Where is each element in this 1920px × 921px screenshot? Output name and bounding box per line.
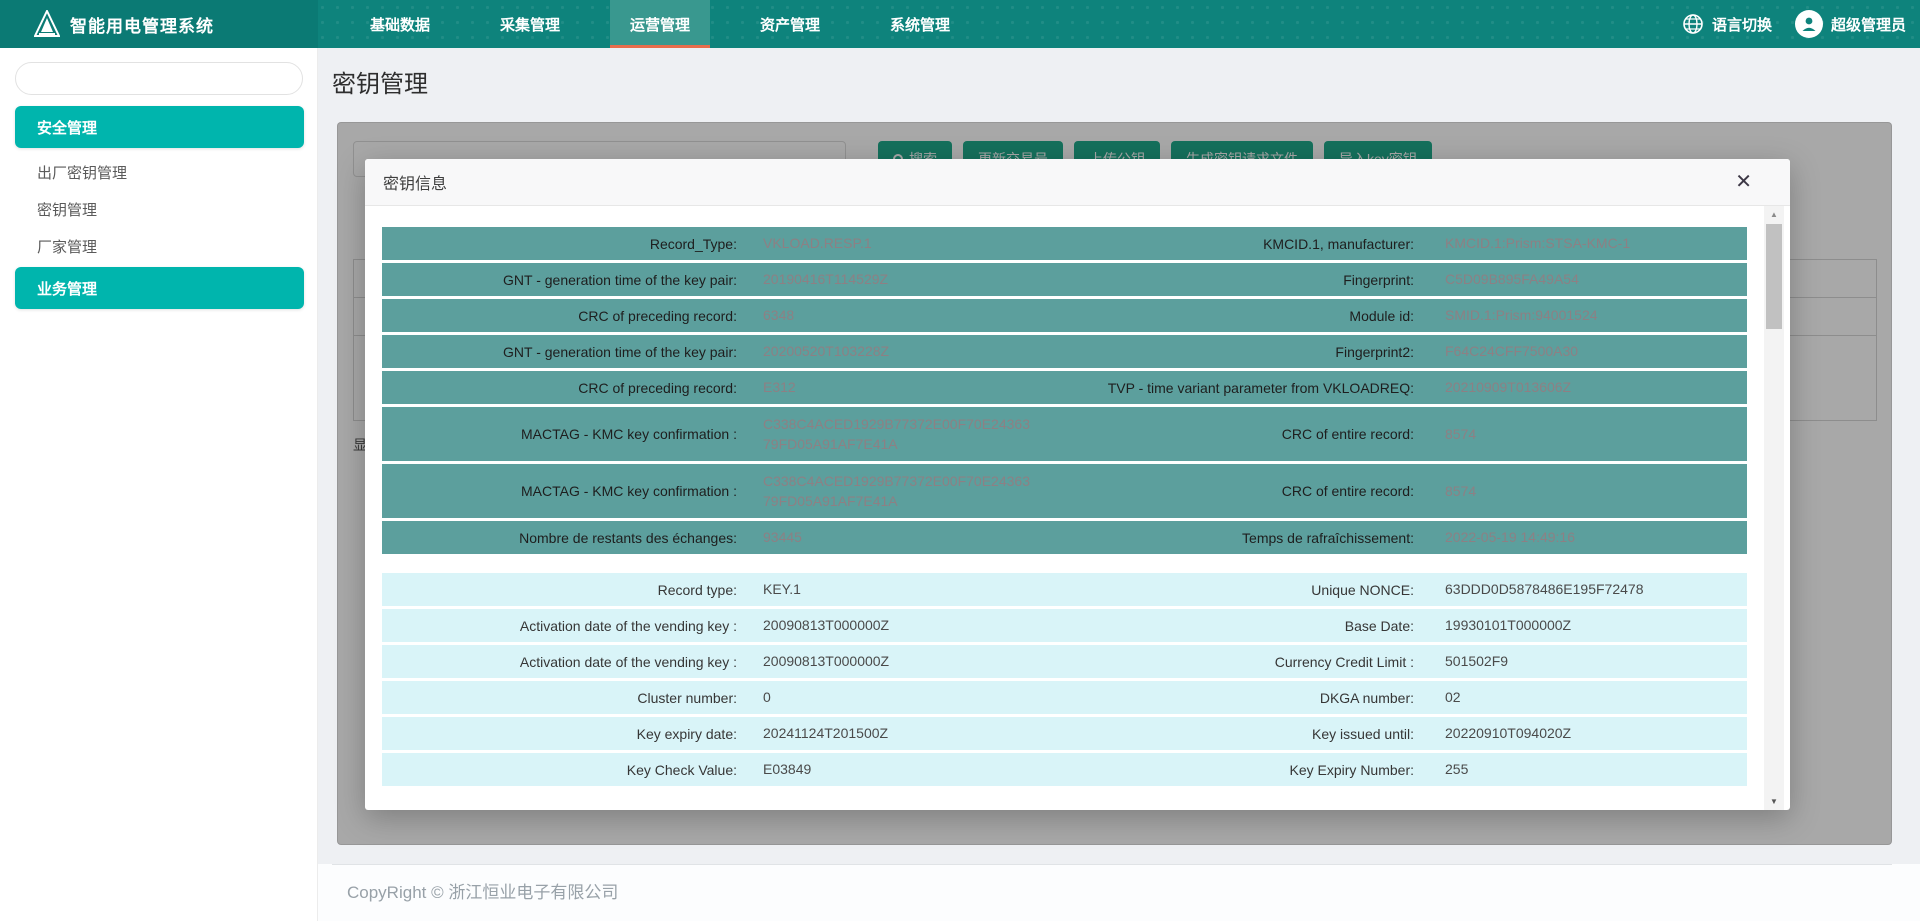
user-name: 超级管理员	[1831, 14, 1906, 35]
key-info-row: Activation date of the vending key : 200…	[382, 609, 1747, 645]
key-info-row: Nombre de restants des échanges: 93445 T…	[382, 521, 1747, 557]
page-title: 密钥管理	[332, 64, 428, 99]
sidebar-menu: 安全管理 出厂密钥管理 密钥管理 厂家管理 业务管理	[0, 106, 317, 309]
key-info-row: GNT - generation time of the key pair: 2…	[382, 263, 1747, 299]
sidebar-search-input[interactable]	[15, 62, 303, 95]
globe-icon	[1682, 13, 1704, 35]
key-info-row: Cluster number: 0 DKGA number: 02	[382, 681, 1747, 717]
avatar	[1795, 10, 1823, 38]
scroll-down-icon[interactable]: ▼	[1764, 797, 1784, 806]
key-info-row: GNT - generation time of the key pair: 2…	[382, 335, 1747, 371]
nav-tab[interactable]: 运营管理	[610, 0, 710, 48]
app-title: 智能用电管理系统	[70, 12, 214, 37]
key-info-row: CRC of preceding record: E312 TVP - time…	[382, 371, 1747, 407]
app-header: 智能用电管理系统 基础数据 采集管理 运营管理 资产管理 系统管理	[0, 0, 1920, 48]
key-info-row: CRC of preceding record: 6348 Module id:…	[382, 299, 1747, 335]
sidebar: 安全管理 出厂密钥管理 密钥管理 厂家管理 业务管理	[0, 48, 318, 921]
nav-tab[interactable]: 资产管理	[740, 0, 840, 48]
modal-title: 密钥信息	[383, 170, 447, 194]
page-footer: CopyRight © 浙江恒业电子有限公司	[318, 864, 1920, 921]
copyright-text: CopyRight © 浙江恒业电子有限公司	[347, 864, 618, 921]
scrollbar-thumb[interactable]	[1766, 224, 1782, 329]
sidebar-menu-entry[interactable]: 厂家管理	[0, 228, 317, 265]
modal-scrollbar[interactable]: ▲ ▼	[1764, 206, 1784, 810]
nav-tab[interactable]: 基础数据	[350, 0, 450, 48]
sidebar-menu-entry[interactable]: 业务管理	[15, 267, 304, 309]
nav-tab[interactable]: 系统管理	[870, 0, 970, 48]
sidebar-menu-entry[interactable]: 出厂密钥管理	[0, 154, 317, 191]
key-info-row: MACTAG - KMC key confirmation : C338C4AC…	[382, 407, 1747, 464]
language-switch-label: 语言切换	[1712, 14, 1772, 35]
sidebar-menu-entry[interactable]: 安全管理	[15, 106, 304, 148]
header-right: 语言切换 超级管理员	[1682, 0, 1906, 48]
close-icon[interactable]: ✕	[1735, 172, 1752, 192]
user-menu[interactable]: 超级管理员	[1781, 10, 1906, 38]
key-info-row: Key expiry date: 20241124T201500Z Key is…	[382, 717, 1747, 753]
modal-header: 密钥信息 ✕	[365, 159, 1790, 206]
key-info-row: Record type: KEY.1 Unique NONCE: 63DDD0D…	[382, 573, 1747, 609]
key-info-row: Key Check Value: E03849 Key Expiry Numbe…	[382, 753, 1747, 789]
key-info-row: Record_Type: VKLOAD.RESP.1 KMCID.1, manu…	[382, 227, 1747, 263]
modal-body: Record_Type: VKLOAD.RESP.1 KMCID.1, manu…	[365, 206, 1790, 810]
sidebar-menu-entry[interactable]: 密钥管理	[0, 191, 317, 228]
scroll-up-icon[interactable]: ▲	[1764, 210, 1784, 219]
key-record-section: Record type: KEY.1 Unique NONCE: 63DDD0D…	[382, 573, 1747, 789]
main-nav: 基础数据 采集管理 运营管理 资产管理 系统管理	[350, 0, 1000, 48]
key-info-row: Activation date of the vending key : 200…	[382, 645, 1747, 681]
app-logo-icon	[34, 10, 60, 38]
key-info-modal: 密钥信息 ✕ Record_Type: VKLOAD.RESP.1 KMCID.…	[365, 159, 1790, 810]
kmc-record-section: Record_Type: VKLOAD.RESP.1 KMCID.1, manu…	[382, 227, 1747, 557]
language-switch[interactable]: 语言切换	[1682, 13, 1772, 35]
key-info-row: MACTAG - KMC key confirmation : C338C4AC…	[382, 464, 1747, 521]
logo-area: 智能用电管理系统	[0, 0, 318, 48]
nav-tab[interactable]: 采集管理	[480, 0, 580, 48]
